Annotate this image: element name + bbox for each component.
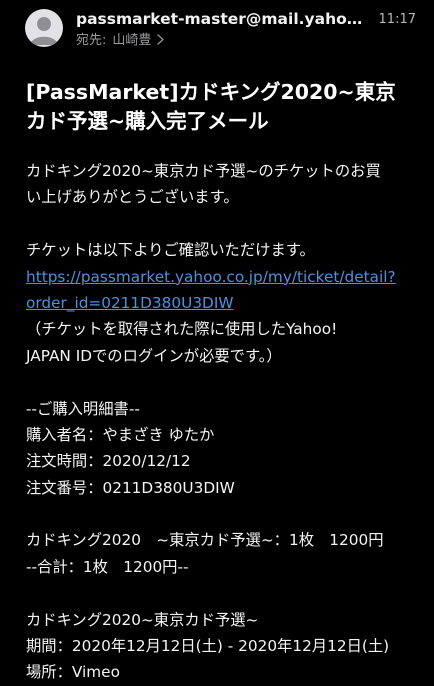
event-period: 期間：2020年12月12日(土) - 2020年12月12日(土) [26, 637, 390, 656]
subject-line: カド予選~購入完了メール [26, 109, 269, 133]
purchaser-name: 購入者名：やまざき ゆたか [26, 425, 215, 444]
confirm-text: チケットは以下よりご確認いただけます。 [26, 241, 315, 260]
to-label: 宛先: [76, 33, 107, 48]
sender-address[interactable]: passmarket-master@mail.yahoo.... [76, 9, 368, 29]
intro-line: カドキング2020~東京カド予選~のチケットのお買 [26, 162, 381, 180]
order-time: 注文時間：2020/12/12 [26, 452, 191, 471]
event-name: カドキング2020~東京カド予選~ [26, 610, 259, 629]
received-time: 11:17 [378, 12, 416, 27]
order-number: 注文番号：0211D380U3DIW [26, 478, 235, 497]
receipt-header: --ご購入明細書-- [26, 399, 140, 418]
ticket-link[interactable]: https://passmarket.yahoo.co.jp/my/ticket… [26, 264, 418, 290]
email-subject: [PassMarket]カドキング2020~東京 カド予選~購入完了メール [26, 78, 416, 136]
sender-avatar-icon[interactable] [25, 9, 63, 47]
login-note: JAPAN IDでのログインが必要です。） [26, 346, 282, 365]
item-line: カドキング2020 ~東京カド予選~：1枚 1200円 [26, 531, 384, 550]
ticket-link[interactable]: order_id=0211D380U3DIW [26, 290, 418, 316]
recipient-name: 山崎豊 [112, 33, 152, 48]
login-note: （チケットを取得された際に使用したYahoo! [26, 320, 338, 339]
total-line: --合計：1枚 1200円-- [26, 557, 189, 576]
email-header: passmarket-master@mail.yahoo.... 11:17 宛… [0, 0, 434, 66]
email-body: カドキング2020~東京カド予選~のチケットのお買 い上げありがとうございます。… [26, 158, 418, 686]
recipient-row[interactable]: 宛先: 山崎豊 [76, 32, 165, 50]
intro-line: い上げありがとうございます。 [26, 188, 239, 207]
chevron-right-icon[interactable] [157, 32, 165, 50]
event-venue: 場所：Vimeo [26, 663, 120, 682]
subject-line: [PassMarket]カドキング2020~東京 [26, 80, 396, 104]
